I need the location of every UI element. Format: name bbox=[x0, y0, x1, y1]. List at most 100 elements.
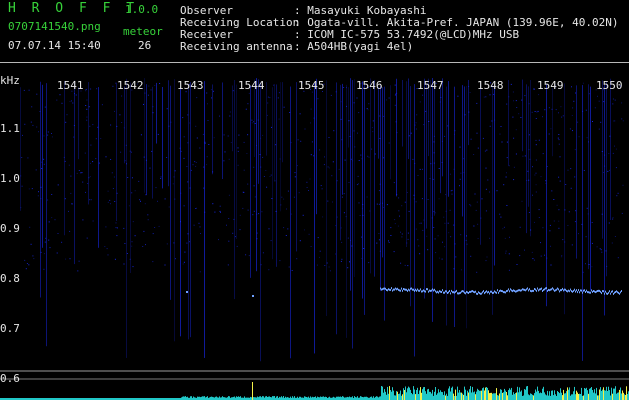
trace-point bbox=[443, 291, 444, 294]
noise-dot bbox=[583, 170, 585, 171]
noise-dot bbox=[36, 126, 38, 128]
strength-bar bbox=[595, 393, 596, 400]
noise-dot bbox=[112, 188, 114, 189]
noise-streak bbox=[276, 84, 277, 267]
trace-point bbox=[465, 292, 466, 295]
noise-dot bbox=[621, 102, 623, 104]
noise-dot bbox=[22, 134, 23, 136]
noise-dot bbox=[538, 217, 540, 218]
noise-dot bbox=[286, 208, 287, 210]
noise-dot bbox=[335, 225, 337, 227]
noise-dot bbox=[353, 130, 355, 132]
noise-dot bbox=[189, 241, 190, 243]
trace-point bbox=[412, 288, 413, 291]
strength-bar bbox=[583, 395, 584, 400]
noise-dot bbox=[28, 188, 30, 190]
noise-dot bbox=[105, 156, 107, 158]
trace-point bbox=[480, 292, 481, 295]
noise-streak bbox=[522, 79, 523, 152]
noise-dot bbox=[598, 100, 600, 102]
noise-dot bbox=[413, 198, 415, 200]
trace-point bbox=[441, 291, 442, 293]
noise-streak bbox=[552, 87, 553, 157]
trace-point bbox=[429, 289, 430, 292]
trace-point bbox=[445, 290, 446, 293]
strength-bar bbox=[376, 396, 377, 400]
trace-point bbox=[511, 289, 512, 292]
noise-dot bbox=[588, 141, 589, 143]
trace-point bbox=[389, 288, 390, 291]
trace-point bbox=[617, 291, 618, 294]
trace-point bbox=[496, 291, 497, 294]
noise-dot bbox=[510, 83, 512, 85]
noise-dot bbox=[447, 125, 449, 127]
strength-bar bbox=[292, 396, 293, 400]
noise-dot bbox=[457, 95, 459, 97]
noise-dot bbox=[340, 227, 342, 229]
strength-bar bbox=[320, 396, 321, 400]
strength-bar bbox=[434, 391, 435, 400]
noise-streak bbox=[282, 82, 283, 163]
trace-point bbox=[614, 291, 615, 294]
noise-streak bbox=[442, 78, 443, 177]
noise-dot bbox=[516, 107, 518, 108]
noise-dot bbox=[512, 116, 514, 118]
noise-dot bbox=[71, 203, 73, 205]
noise-streak bbox=[326, 80, 327, 317]
noise-dot bbox=[524, 155, 526, 157]
noise-streak bbox=[348, 87, 349, 148]
strength-bar bbox=[623, 392, 624, 400]
strength-bar bbox=[304, 396, 305, 400]
trace-point bbox=[491, 290, 492, 293]
noise-dot bbox=[68, 164, 70, 166]
noise-dot bbox=[463, 158, 465, 160]
noise-dot bbox=[454, 133, 455, 135]
strength-bar bbox=[480, 390, 481, 400]
noise-dot bbox=[476, 201, 478, 203]
noise-dot bbox=[330, 94, 332, 96]
noise-dot bbox=[296, 165, 298, 167]
noise-dot bbox=[126, 163, 127, 165]
noise-dot bbox=[558, 112, 559, 114]
noise-dot bbox=[347, 267, 349, 269]
noise-dot bbox=[291, 270, 293, 271]
noise-dot bbox=[166, 157, 168, 158]
noise-dot bbox=[418, 245, 420, 247]
strength-bar bbox=[524, 389, 525, 400]
trace-point bbox=[409, 289, 410, 292]
strength-bar bbox=[445, 395, 446, 400]
noise-dot bbox=[535, 144, 537, 146]
noise-dot bbox=[86, 119, 88, 121]
noise-dot bbox=[294, 172, 296, 174]
trace-point bbox=[482, 291, 483, 294]
noise-dot bbox=[540, 176, 542, 178]
strength-bar bbox=[539, 393, 540, 400]
noise-dot bbox=[394, 104, 396, 106]
strength-bar bbox=[418, 394, 419, 400]
strength-bar bbox=[601, 390, 602, 400]
strength-bar bbox=[506, 392, 507, 400]
noise-dot bbox=[340, 118, 342, 120]
trace-point bbox=[509, 290, 510, 293]
noise-dot bbox=[360, 154, 362, 156]
noise-dot bbox=[466, 243, 468, 245]
noise-dot bbox=[465, 239, 467, 241]
trace-point bbox=[485, 291, 486, 294]
trace-point bbox=[610, 292, 611, 295]
noise-dot bbox=[455, 256, 457, 258]
noise-dot bbox=[203, 166, 205, 168]
noise-dot bbox=[487, 179, 489, 181]
noise-dot bbox=[172, 183, 174, 185]
trace-point bbox=[448, 291, 449, 294]
noise-dot bbox=[313, 155, 315, 157]
noise-dot bbox=[591, 222, 593, 223]
noise-dot bbox=[578, 136, 580, 138]
strength-bar bbox=[515, 393, 516, 400]
noise-dot bbox=[422, 168, 423, 170]
strength-bar bbox=[607, 391, 608, 400]
noise-dot bbox=[237, 164, 239, 166]
noise-streak bbox=[256, 78, 257, 272]
strength-bar bbox=[234, 396, 235, 400]
noise-streak bbox=[152, 86, 153, 199]
noise-dot bbox=[41, 168, 43, 169]
